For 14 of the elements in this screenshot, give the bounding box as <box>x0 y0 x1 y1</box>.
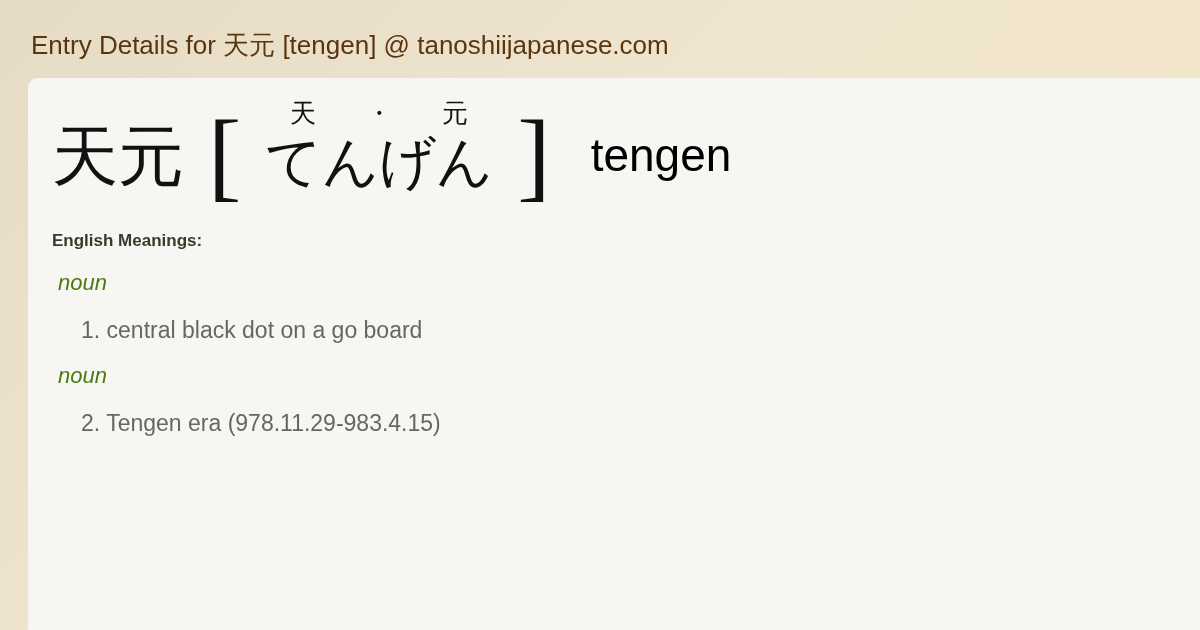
romaji-reading: tengen <box>590 128 732 183</box>
furigana: 天 <box>290 100 317 126</box>
page-title: Entry Details for 天元 [tengen] @ tanoshiijapanese.com <box>30 29 670 62</box>
kanji-headword: 天元 <box>52 124 184 190</box>
bracket: ] <box>517 106 551 206</box>
part-of-speech: noun <box>58 268 108 297</box>
meaning-text: 2. Tengen era (978.11.29-983.4.15) <box>81 409 442 438</box>
furigana: 元 <box>442 100 469 126</box>
meaning-text: 1. central black dot on a go board <box>81 315 424 345</box>
part-of-speech: noun <box>58 362 108 390</box>
furigana: ・ <box>366 100 393 126</box>
bracket: [ <box>208 106 242 206</box>
meanings-label: English Meanings: <box>52 230 204 252</box>
kana-reading: てんげん <box>265 134 494 190</box>
